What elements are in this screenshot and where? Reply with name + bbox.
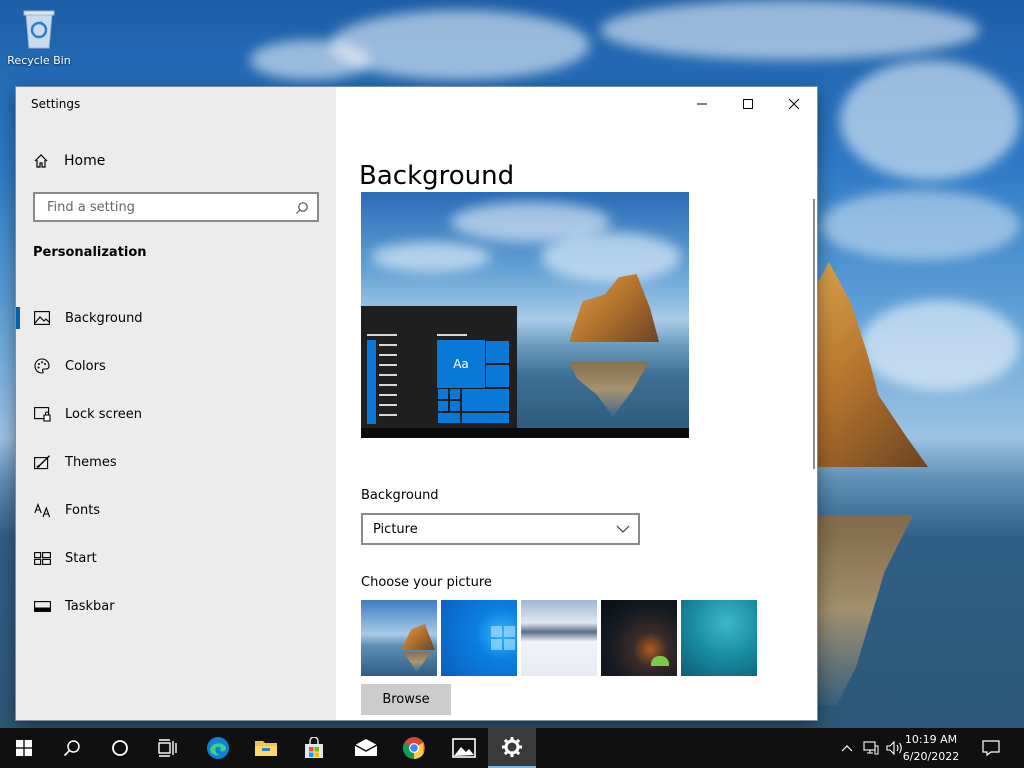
nav-home[interactable]: Home [32,147,322,175]
gear-icon [502,737,522,757]
maximize-icon [743,99,753,109]
window-controls [679,87,817,121]
background-preview: Aa [361,192,689,438]
sidebar-item-label: Colors [65,358,106,374]
notifications-button[interactable] [970,728,1012,768]
sidebar-item-label: Themes [65,454,117,470]
sidebar-item-label: Taskbar [65,598,115,614]
browse-button[interactable]: Browse [361,684,451,715]
task-view-button[interactable] [144,728,192,768]
search-box[interactable] [33,192,319,222]
settings-window: Settings Home Personalization Background [16,87,817,720]
chevron-up-icon [841,745,853,752]
preview-tile: Aa [437,340,485,388]
windows-logo-icon [16,740,32,756]
task-view-icon [158,739,177,757]
sidebar-item-background[interactable]: Background [16,294,336,342]
network-icon [863,741,879,755]
maximize-button[interactable] [725,87,771,121]
themes-icon [33,453,51,471]
recycle-bin[interactable]: Recycle Bin [6,8,72,67]
close-button[interactable] [771,87,817,121]
edge-app-button[interactable] [194,728,242,768]
show-hidden-icons-button[interactable] [836,728,858,768]
store-icon [305,737,323,758]
start-icon [33,549,51,567]
cortana-icon [112,740,128,756]
choose-picture-label: Choose your picture [361,575,492,590]
background-type-value: Picture [373,521,418,537]
sidebar-item-label: Start [65,550,97,566]
mail-app-button[interactable] [342,728,390,768]
mail-icon [354,739,378,756]
chrome-app-button[interactable] [390,728,438,768]
search-icon [63,740,80,757]
sidebar: Settings Home Personalization Background [16,87,336,720]
chevron-down-icon [616,523,630,539]
file-explorer-button[interactable] [242,728,290,768]
sidebar-item-colors[interactable]: Colors [16,342,336,390]
window-title: Settings [31,97,81,111]
sidebar-item-taskbar[interactable]: Taskbar [16,582,336,630]
nav-home-label: Home [64,153,106,169]
background-type-dropdown[interactable]: Picture [361,513,640,545]
sidebar-item-lock-screen[interactable]: Lock screen [16,390,336,438]
thumbnail-underwater-swimmer[interactable] [681,600,757,676]
search-input[interactable] [45,198,289,216]
minimize-button[interactable] [679,87,725,121]
photos-icon [452,738,476,758]
thumbnail-snowy-mountain[interactable] [521,600,597,676]
page-title: Background [359,161,515,192]
thumbnail-night-sky-tent[interactable] [601,600,677,676]
scrollbar[interactable] [813,199,815,469]
thumbnail-windows-blue[interactable] [441,600,517,676]
close-icon [788,98,800,110]
clock-time: 10:19 AM [904,733,958,746]
search-icon[interactable] [295,200,309,219]
recycle-bin-label: Recycle Bin [7,54,71,67]
content-pane: Background Aa Background Picture Choose … [336,87,817,720]
cortana-button[interactable] [96,728,144,768]
settings-app-button[interactable] [488,728,536,768]
store-app-button[interactable] [290,728,338,768]
sidebar-item-fonts[interactable]: Fonts [16,486,336,534]
network-button[interactable] [860,728,882,768]
sidebar-item-label: Lock screen [65,406,142,422]
home-icon [32,152,50,170]
sidebar-item-themes[interactable]: Themes [16,438,336,486]
background-label: Background [361,488,439,503]
preview-start-menu: Aa [361,306,517,428]
fonts-icon [33,501,51,519]
lock-screen-icon [33,405,51,423]
start-button[interactable] [0,728,48,768]
folder-icon [255,741,277,756]
taskbar: 10:19 AM 6/20/2022 [0,728,1024,768]
section-title: Personalization [33,245,147,260]
sidebar-item-start[interactable]: Start [16,534,336,582]
clock-date: 6/20/2022 [902,750,960,763]
edge-icon [207,737,229,759]
thumbnail-beach-rock[interactable] [361,600,437,676]
chrome-icon [403,737,425,759]
clock[interactable]: 10:19 AM 6/20/2022 [896,731,966,765]
picture-thumbnails [361,600,761,676]
notification-icon [982,740,1000,756]
palette-icon [33,357,51,375]
taskbar-icon [33,597,51,615]
photos-app-button[interactable] [440,728,488,768]
sidebar-item-label: Fonts [65,502,101,518]
recycle-bin-icon [23,10,55,49]
sidebar-item-label: Background [65,310,143,326]
minimize-icon [697,103,707,105]
image-icon [33,309,51,327]
taskbar-search-button[interactable] [48,728,96,768]
nav-list: Background Colors Lock screen Themes Fon… [16,294,336,630]
